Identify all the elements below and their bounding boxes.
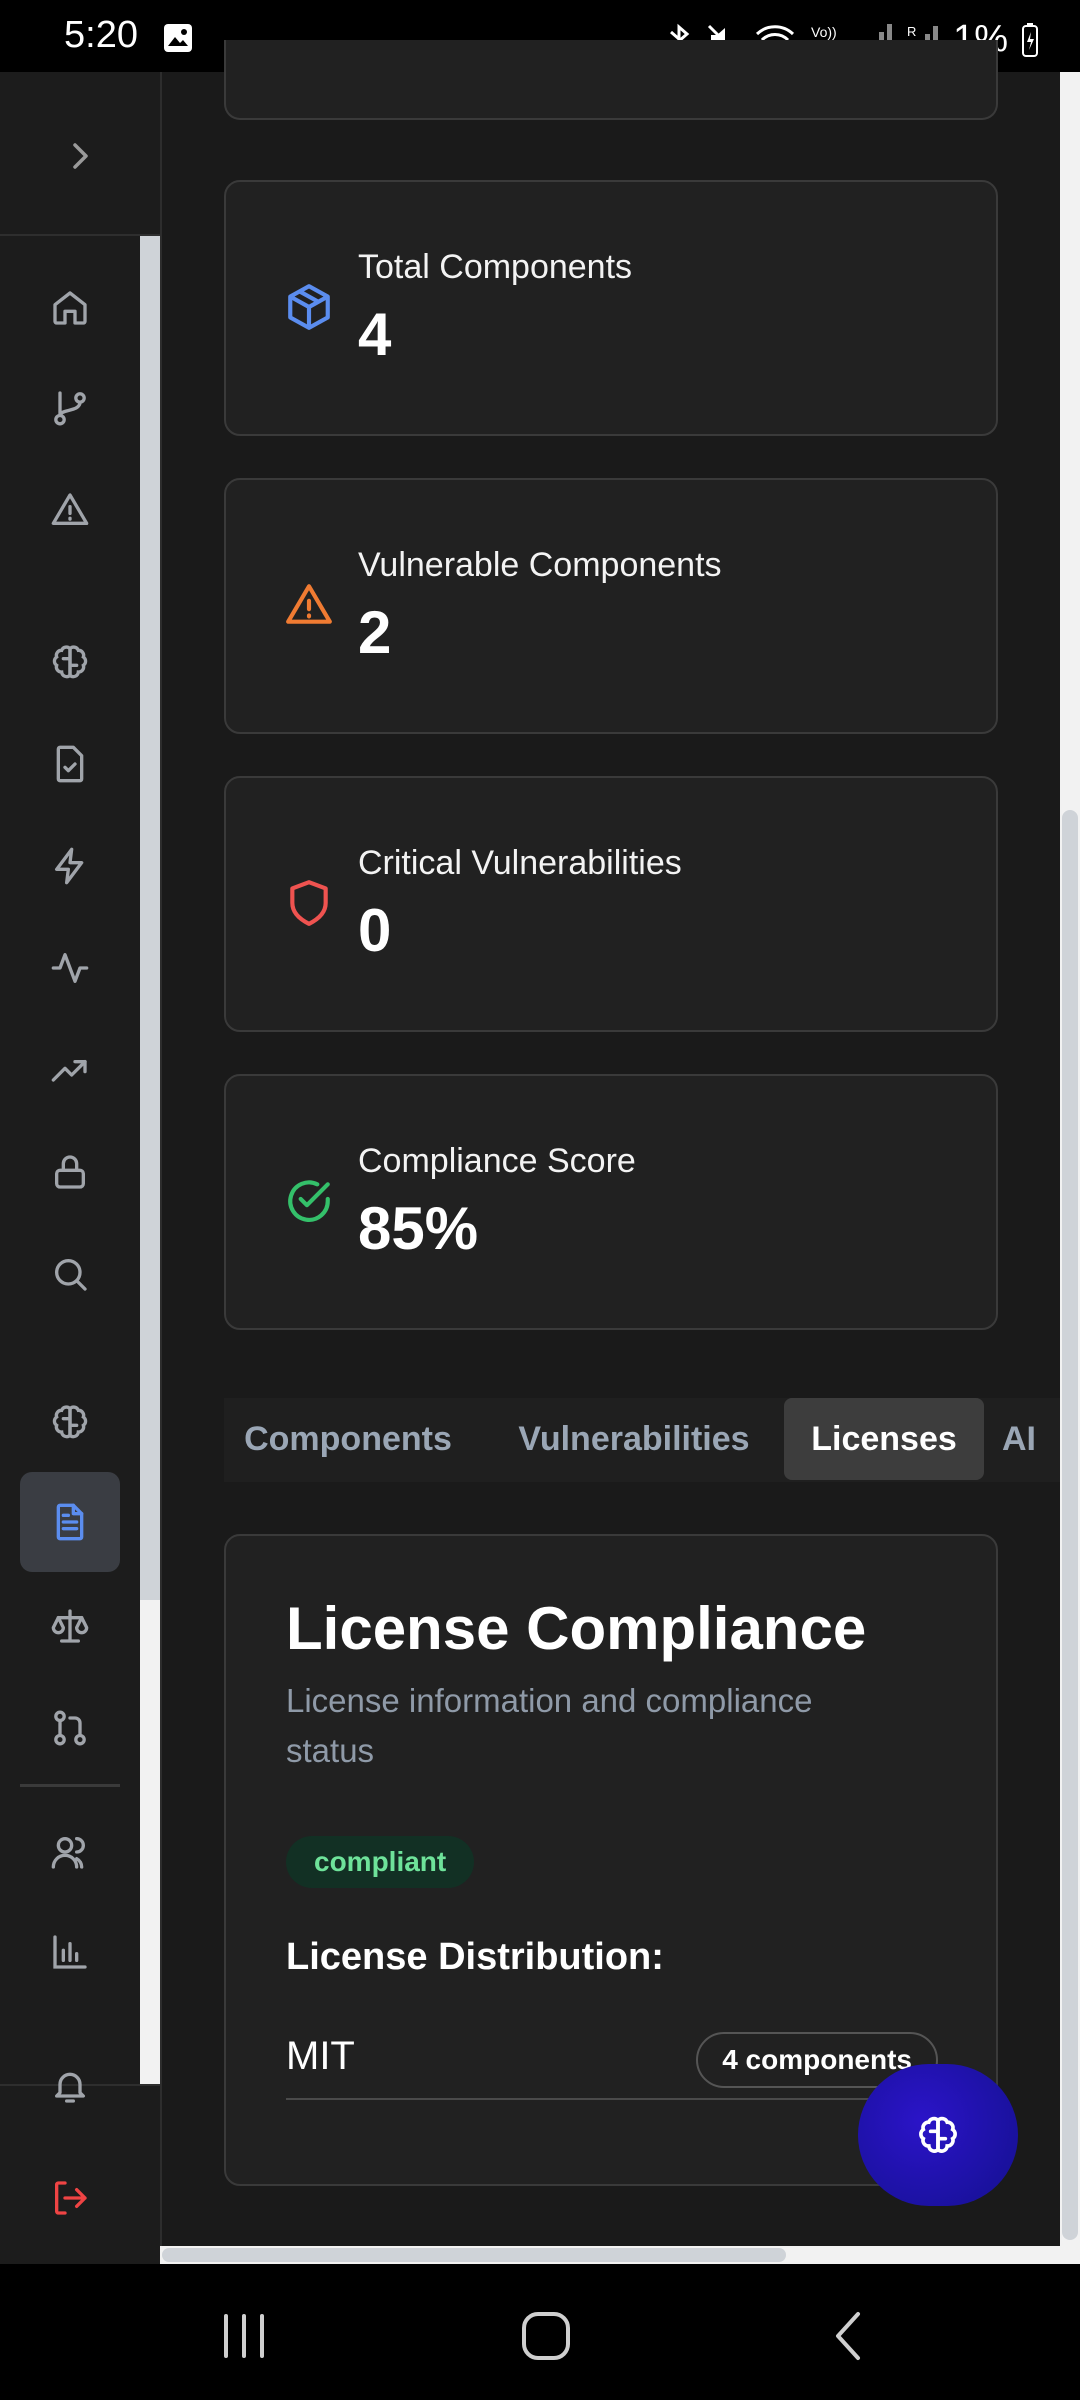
card-title: License Compliance xyxy=(286,1595,867,1662)
svg-text:R: R xyxy=(907,24,916,39)
stat-value: 2 xyxy=(358,599,392,666)
lock-icon xyxy=(55,1155,85,1189)
stat-label: Compliance Score xyxy=(358,1142,636,1180)
stat-value: 0 xyxy=(358,897,392,964)
horizontal-scrollbar-thumb[interactable] xyxy=(162,2248,786,2262)
chevron-right-icon[interactable] xyxy=(60,136,100,176)
battery-icon xyxy=(1022,22,1038,57)
distribution-title: License Distribution: xyxy=(286,1936,664,1978)
svg-text:Vo)): Vo)) xyxy=(811,24,837,40)
sidebar-item-compliance[interactable] xyxy=(20,1576,120,1676)
tab-bar: Components Vulnerabilities Licenses AI xyxy=(224,1398,1060,1482)
sidebar-item-branches[interactable] xyxy=(20,358,120,458)
git-pull-request-icon xyxy=(54,1710,86,1746)
home-nav-icon[interactable] xyxy=(516,2308,576,2364)
sidebar-item-home[interactable] xyxy=(20,258,120,358)
sidebar-item-security[interactable] xyxy=(20,1122,120,1222)
license-row: MIT 4 components xyxy=(286,2026,938,2100)
sidebar xyxy=(0,72,162,2264)
tab-ai[interactable]: AI xyxy=(1002,1398,1058,1480)
brain-icon xyxy=(52,1405,88,1439)
users-icon xyxy=(51,1837,85,1869)
scale-icon xyxy=(51,1609,89,1643)
sidebar-item-analytics[interactable] xyxy=(20,1902,120,2002)
sidebar-separator xyxy=(20,1784,120,1787)
stat-card-partial xyxy=(224,40,998,120)
tab-components[interactable]: Components xyxy=(238,1398,458,1480)
sidebar-item-automation[interactable] xyxy=(20,816,120,916)
stat-card-critical-vulnerabilities: Critical Vulnerabilities 0 xyxy=(224,776,998,1032)
bell-icon xyxy=(55,2072,86,2103)
sidebar-item-search[interactable] xyxy=(20,1224,120,1324)
sidebar-scrollbar-thumb[interactable] xyxy=(140,236,160,1600)
sidebar-item-pull-requests[interactable] xyxy=(20,1678,120,1778)
zap-icon xyxy=(55,847,84,885)
sidebar-item-ai-insights[interactable] xyxy=(20,1372,120,1472)
home-icon xyxy=(53,291,87,325)
sidebar-item-notifications[interactable] xyxy=(20,2036,120,2136)
check-circle-icon xyxy=(288,1180,330,1222)
stat-card-vulnerable-components: Vulnerable Components 2 xyxy=(224,478,998,734)
sidebar-item-activity[interactable] xyxy=(20,918,120,1018)
stat-card-total-components: Total Components 4 xyxy=(224,180,998,436)
bar-chart-icon xyxy=(53,1935,87,1969)
recent-apps-icon[interactable] xyxy=(214,2308,274,2364)
image-icon xyxy=(164,24,192,52)
activity-icon xyxy=(51,953,89,983)
stat-card-compliance-score: Compliance Score 85% xyxy=(224,1074,998,1330)
warning-icon xyxy=(286,584,332,624)
git-branch-icon xyxy=(54,391,86,426)
shield-icon xyxy=(290,880,328,926)
sidebar-divider xyxy=(0,234,160,236)
license-name: MIT xyxy=(286,2034,355,2078)
sidebar-item-logout[interactable] xyxy=(20,2148,120,2248)
ai-assistant-button[interactable] xyxy=(858,2064,1018,2206)
status-time: 5:20 xyxy=(64,14,138,56)
stat-label: Critical Vulnerabilities xyxy=(358,844,682,882)
main-scrollbar-thumb[interactable] xyxy=(1062,810,1078,2240)
sidebar-item-ai[interactable] xyxy=(20,612,120,712)
sidebar-item-trends[interactable] xyxy=(20,1020,120,1120)
stat-label: Vulnerable Components xyxy=(358,546,722,584)
tab-licenses[interactable]: Licenses xyxy=(784,1398,984,1480)
brain-icon xyxy=(919,2116,957,2153)
search-icon xyxy=(55,1259,87,1291)
stat-value: 4 xyxy=(358,301,392,368)
sidebar-item-alerts[interactable] xyxy=(20,460,120,560)
trending-up-icon xyxy=(51,1060,87,1082)
back-icon[interactable] xyxy=(820,2308,880,2364)
file-text-icon xyxy=(56,1503,84,1541)
logout-icon xyxy=(55,2181,87,2215)
file-check-icon xyxy=(56,745,84,783)
status-badge: compliant xyxy=(286,1836,475,1888)
sidebar-item-sbom[interactable] xyxy=(20,1472,120,1572)
sidebar-item-reports[interactable] xyxy=(20,714,120,814)
card-subtitle: License information and compliance statu… xyxy=(286,1682,813,1769)
alert-triangle-icon xyxy=(51,493,89,525)
stat-value: 85% xyxy=(358,1195,479,1262)
tab-vulnerabilities[interactable]: Vulnerabilities xyxy=(502,1398,766,1480)
brain-icon xyxy=(52,645,88,679)
sidebar-item-users[interactable] xyxy=(20,1802,120,1902)
stat-label: Total Components xyxy=(358,248,633,286)
system-nav-bar xyxy=(0,2264,1080,2400)
cube-icon xyxy=(288,284,330,330)
